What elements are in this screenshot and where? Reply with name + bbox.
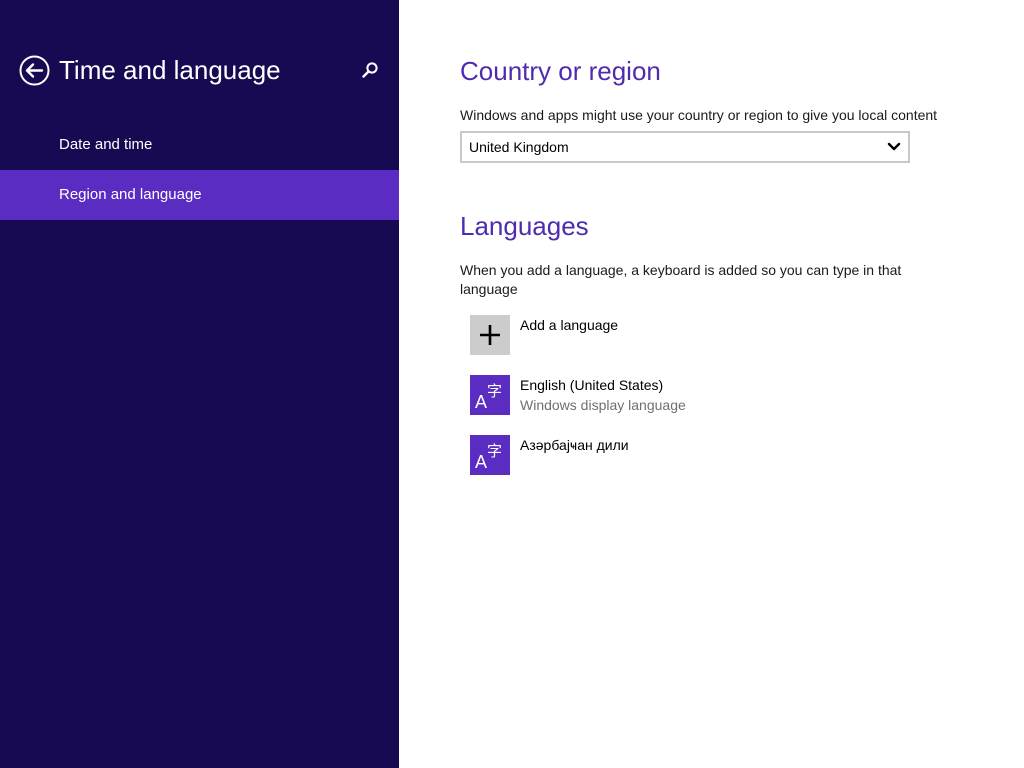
languages-description: When you add a language, a keyboard is a… [460,262,902,297]
svg-text:字: 字 [487,442,502,460]
language-item-text: English (United States) Windows display … [520,375,686,415]
chevron-down-icon [887,142,901,151]
language-item-english[interactable]: A 字 English (United States) Windows disp… [470,375,950,415]
back-button[interactable] [19,55,50,86]
sidebar: Time and language Date and time Region a… [0,0,399,768]
language-subtitle: Windows display language [520,397,686,413]
sidebar-item-region-and-language[interactable]: Region and language [0,170,399,220]
language-name: English (United States) [520,377,664,393]
language-item-azerbaijani[interactable]: A 字 Азәрбајҹан дили [470,435,950,475]
svg-text:A: A [475,392,487,412]
sidebar-nav: Date and time Region and language [0,120,399,220]
svg-text:字: 字 [487,382,502,400]
sidebar-item-date-and-time[interactable]: Date and time [0,120,399,170]
page-title: Time and language [59,55,281,85]
add-language-label: Add a language [520,317,619,333]
language-name: Азәрбајҹан дили [520,437,629,453]
back-arrow-icon [19,55,50,86]
country-description: Windows and apps might use your country … [460,107,938,123]
language-icon: A 字 [475,382,502,412]
country-dropdown[interactable]: United Kingdom [460,131,910,163]
language-item-text: Азәрбајҹан дили [520,435,629,455]
add-language-text: Add a language [520,315,618,335]
add-language-tile [470,315,510,355]
language-tile: A 字 [470,375,510,415]
plus-icon [480,325,500,345]
search-icon [362,62,378,78]
search-button[interactable] [360,60,380,80]
language-tile: A 字 [470,435,510,475]
language-icon: A 字 [475,442,502,472]
country-section-title: Country or region [460,56,661,86]
settings-window: Time and language Date and time Region a… [0,0,1024,768]
add-language-button[interactable]: Add a language [470,315,950,355]
languages-section-title: Languages [460,211,589,241]
main-content: Country or region Windows and apps might… [400,0,1024,768]
country-dropdown-value: United Kingdom [469,139,569,155]
svg-text:A: A [475,452,487,472]
